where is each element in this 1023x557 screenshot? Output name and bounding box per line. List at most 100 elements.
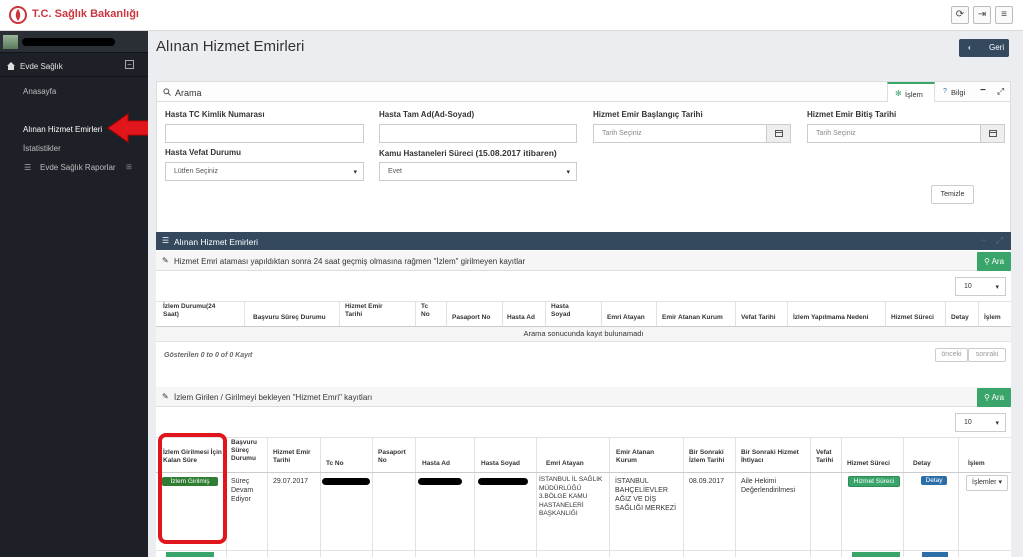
th-hasta-soyad[interactable]: Hasta Soyad: [481, 460, 520, 468]
search-panel: Arama ✻ İşlem ? Bilgi − ⤢ Hasta TC Kimli…: [156, 81, 1011, 241]
table1-page-size[interactable]: 10 ▾: [955, 277, 1006, 296]
expand-arrows-icon[interactable]: ⤢: [997, 86, 1004, 97]
table2-title: İzlem Girilen / Girilmeyi bekleyen "Hizm…: [174, 393, 373, 402]
th-izlem-durumu[interactable]: İzlem Durumu(24 Saat): [163, 303, 231, 319]
end-date-label: Hizmet Emir Bitiş Tarihi: [807, 110, 897, 119]
death-status-select[interactable]: Lütfen Seçiniz ▾: [165, 162, 364, 181]
sidebar-item-alinan-hizmet-emirleri[interactable]: Alınan Hizmet Emirleri: [23, 125, 102, 134]
start-date-input[interactable]: Tarih Seçiniz: [593, 124, 791, 143]
minimize-icon[interactable]: −: [981, 235, 986, 245]
list-icon: ☰: [24, 163, 32, 172]
hizmet-sureci-button[interactable]: Hizmet Süreci: [848, 476, 900, 487]
calendar-icon[interactable]: [766, 125, 790, 142]
table2-search-button[interactable]: ⚲ Ara: [977, 388, 1011, 407]
next-button[interactable]: sonraki: [968, 348, 1006, 362]
question-icon: ?: [943, 88, 947, 95]
search-panel-title: Arama: [175, 88, 202, 98]
th-hasta-ad[interactable]: Hasta Ad: [422, 460, 450, 468]
th-basvuru[interactable]: Başvuru Süreç Durumu: [231, 439, 263, 463]
row-next-date: 08.09.2017: [689, 478, 725, 485]
th-pasaport[interactable]: Pasaport No: [378, 449, 410, 465]
hasta-ad-redacted: [418, 478, 462, 485]
th-islem[interactable]: İşlem: [968, 460, 985, 468]
table1-search-button[interactable]: ⚲ Ara: [977, 252, 1011, 271]
th-islem[interactable]: İşlem: [984, 314, 1001, 322]
list-panel: ☰ Alınan Hizmet Emirleri − ⤢ ✎ Hizmet Em…: [156, 232, 1011, 557]
end-date-input[interactable]: Tarih Seçiniz: [807, 124, 1005, 143]
detay-button[interactable]: Detay: [921, 476, 947, 485]
th-emir-atanan-kurum[interactable]: Emir Atanan Kurum: [662, 314, 723, 322]
th-tc-no[interactable]: Tc No: [421, 303, 436, 319]
calendar-icon[interactable]: [980, 125, 1004, 142]
next-row-detail-button: [922, 552, 948, 557]
caret-down-icon: ▾: [998, 479, 1002, 486]
th-bir-sonraki-izlem[interactable]: Bir Sonraki İzlem Tarihi: [689, 449, 737, 465]
edit-icon: ✎: [162, 256, 169, 265]
search-icon: [163, 88, 171, 96]
th-emir-atanan-kurum[interactable]: Emir Atanan Kurum: [616, 449, 666, 465]
sidebar-item-anasayfa[interactable]: Anasayfa: [23, 87, 56, 96]
islemler-dropdown[interactable]: İşlemler ▾: [966, 475, 1008, 491]
page-title: Alınan Hizmet Emirleri: [156, 38, 305, 55]
th-tc-no[interactable]: Tc No: [326, 460, 344, 468]
th-hasta-soyad[interactable]: Hasta Soyad: [551, 303, 581, 319]
back-button[interactable]: ‹ Geri: [959, 39, 1009, 57]
prev-button[interactable]: önceki: [935, 348, 968, 362]
th-emri-atayan[interactable]: Emri Atayan: [607, 314, 645, 322]
search-icon: ⚲: [983, 257, 990, 266]
th-hizmet-sureci[interactable]: Hizmet Süreci: [891, 314, 934, 322]
top-bar: T.C. Sağlık Bakanlığı ⟳ ⇥ ≡: [0, 0, 1023, 31]
list-icon: ☰: [162, 236, 170, 245]
main-content: Alınan Hizmet Emirleri ‹ Geri Arama ✻ İş…: [148, 31, 1023, 557]
th-vefat-tarihi[interactable]: Vefat Tarihi: [741, 314, 776, 322]
start-date-label: Hizmet Emir Başlangıç Tarihi: [593, 110, 703, 119]
collapse-icon[interactable]: −: [125, 60, 134, 69]
menu-icon[interactable]: ≡: [995, 6, 1013, 24]
th-detay[interactable]: Detay: [913, 460, 931, 468]
refresh-icon[interactable]: ⟳: [951, 6, 969, 24]
sidebar-item-istatistikler[interactable]: İstatistikler: [23, 144, 61, 153]
name-input[interactable]: [379, 124, 577, 143]
th-emri-atayan[interactable]: Emri Atayan: [546, 460, 584, 468]
tc-label: Hasta TC Kimlik Numarası: [165, 110, 265, 119]
chevron-left-icon: ‹: [968, 43, 971, 52]
caret-down-icon: ▾: [566, 169, 570, 176]
expand-arrows-icon[interactable]: ⤢: [996, 235, 1003, 246]
next-row-badge: [166, 552, 214, 557]
th-pasaport[interactable]: Pasaport No: [452, 314, 490, 322]
avatar: [3, 35, 18, 49]
th-hasta-ad[interactable]: Hasta Ad: [507, 314, 535, 322]
sidebar-item-evde-saglik-raporlar[interactable]: Evde Sağlık Raporlar: [40, 163, 116, 172]
hasta-soyad-redacted: [478, 478, 528, 485]
gear-icon: ✻: [895, 89, 902, 98]
tab-bilgi[interactable]: ? Bilgi: [937, 82, 973, 102]
name-label: Hasta Tam Ad(Ad-Soyad): [379, 110, 475, 119]
th-hizmet-emir-tarihi[interactable]: Hizmet Emir Tarihi: [345, 303, 393, 319]
th-detay[interactable]: Detay: [951, 314, 969, 322]
table1-title: Hizmet Emri ataması yapıldıktan sonra 24…: [174, 257, 526, 266]
th-hizmet-sureci[interactable]: Hizmet Süreci: [847, 460, 890, 468]
tab-islem[interactable]: ✻ İşlem: [887, 82, 935, 102]
brand-title: T.C. Sağlık Bakanlığı: [32, 8, 139, 20]
row-status: Süreç Devam Ediyor: [231, 478, 254, 503]
red-highlight-annotation: [158, 433, 227, 544]
logout-icon[interactable]: ⇥: [973, 6, 991, 24]
user-panel[interactable]: [0, 31, 148, 53]
th-vefat-tarihi[interactable]: Vefat Tarihi: [816, 449, 841, 465]
ministry-logo: [9, 6, 27, 24]
table2-header: ✎ İzlem Girilen / Girilmeyi bekleyen "Hi…: [156, 387, 1011, 407]
sidebar-group-evde-saglik[interactable]: Evde Sağlık −: [0, 55, 148, 77]
tc-input[interactable]: [165, 124, 364, 143]
th-bir-sonraki-hizmet[interactable]: Bir Sonraki Hizmet İhtiyacı: [741, 449, 801, 465]
minimize-icon[interactable]: −: [980, 85, 986, 96]
kamu-select[interactable]: Evet ▾: [379, 162, 577, 181]
expand-icon[interactable]: ⊞: [126, 163, 132, 171]
row-next-need: Aile Hekimi Değerlendirilmesi: [741, 478, 796, 494]
th-hizmet-emir-tarihi[interactable]: Hizmet Emir Tarihi: [273, 449, 313, 465]
clear-button[interactable]: Temizle: [931, 185, 974, 204]
table2-page-size[interactable]: 10 ▾: [955, 413, 1006, 432]
th-izlem-yapilmama[interactable]: İzlem Yapılmama Nedeni: [793, 314, 868, 322]
table1-empty: Arama sonucunda kayıt bulunamadı: [156, 327, 1011, 341]
th-basvuru[interactable]: Başvuru Süreç Durumu: [253, 314, 326, 322]
caret-down-icon: ▾: [995, 284, 999, 291]
